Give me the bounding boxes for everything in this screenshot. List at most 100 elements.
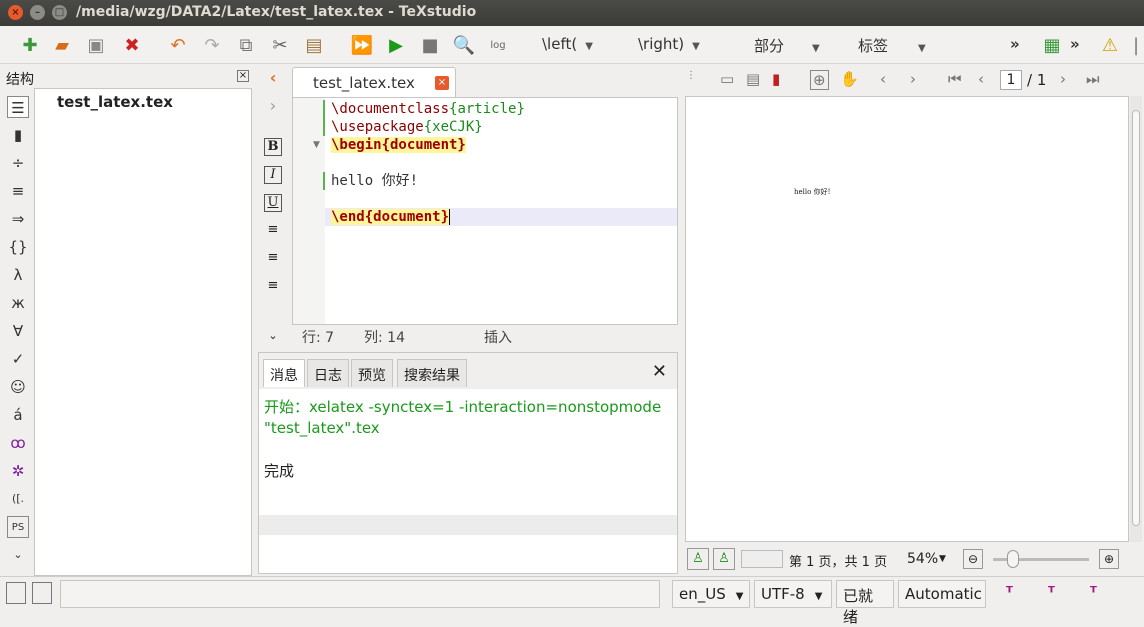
structure-view-icon[interactable]: ☰ [7,96,29,118]
underline-button[interactable]: U [264,194,282,212]
misc-math-symbol-icon[interactable]: ∀ [7,320,29,342]
paste-icon[interactable]: ▤ [302,33,326,57]
chevron-right-icon[interactable]: › [264,98,282,116]
window-close-button[interactable]: × [8,5,23,20]
editor-tab-bar: test_latex.tex × [290,64,680,98]
left-delimiter-combo[interactable]: \left(▼ [542,35,593,53]
hand-tool-icon[interactable]: ✋ [840,70,859,88]
relation-symbol-icon[interactable]: ≡ [7,180,29,202]
tex-status-icon[interactable]: ᵀ [1006,583,1013,602]
greek-symbol-icon[interactable]: λ [7,264,29,286]
structure-tree[interactable]: test_latex.tex [34,88,252,576]
cut-icon[interactable]: ✂ [268,33,292,57]
change-marker [323,172,325,190]
pdf-document-icon[interactable]: ▮ [772,70,780,88]
favorite-symbol-icon[interactable]: ☺ [7,376,29,398]
page-number-input[interactable]: 1 [1000,70,1022,90]
undo-icon[interactable]: ↶ [166,33,190,57]
align-right-icon[interactable]: ≡ [264,278,282,296]
bold-button[interactable]: B [264,138,282,156]
sync-icon[interactable]: ♙ [687,548,709,570]
latex-command: \documentclass [331,101,450,117]
operator-symbol-icon[interactable]: ÷ [7,152,29,174]
user-symbol-icon[interactable]: ✲ [7,460,29,482]
window-minimize-button[interactable]: – [30,5,45,20]
encoding-select[interactable]: UTF-8 ▼ [754,580,832,608]
toolbar-overflow-button[interactable]: » [1010,35,1020,53]
zoom-select[interactable]: 54% ▼ [893,549,953,571]
align-center-icon[interactable]: ≡ [264,250,282,268]
structure-root-file[interactable]: test_latex.tex [57,93,173,111]
status-ready: 已就绪 [836,580,894,626]
next-page-icon[interactable]: › [1060,70,1066,88]
pdf-viewer[interactable]: hello 你好! [685,96,1129,542]
chevron-down-icon[interactable]: ⌄ [7,544,29,566]
open-file-icon[interactable]: ▰ [50,33,74,57]
build-and-view-icon[interactable]: ⏩ [350,33,374,57]
pdf-scrollbar[interactable] [1130,96,1142,542]
grammar-mode[interactable]: Automatic [898,580,986,608]
right-delimiter-combo[interactable]: \right) ▼ [638,35,700,53]
chevron-down-icon: ▼ [812,43,820,54]
toolbar-handle-icon[interactable]: | [1124,33,1144,57]
leftright-symbol-icon[interactable]: ([. [7,488,29,510]
fold-marker-icon[interactable]: ▼ [313,140,320,150]
chevron-left-icon[interactable]: ‹ [264,70,282,88]
tab-log[interactable]: 日志 [307,359,349,387]
toggle-structure-icon[interactable] [6,582,26,604]
delimiter-symbol-icon[interactable]: {} [7,236,29,258]
redo-icon[interactable]: ↷ [200,33,224,57]
tab-test-latex[interactable]: test_latex.tex × [292,67,456,97]
misc-text-symbol-icon[interactable]: ✓ [7,348,29,370]
close-icon[interactable]: ✕ [652,361,667,382]
copy-icon[interactable]: ⧉ [234,33,258,57]
toolbar-overflow-button-2[interactable]: » [1070,35,1080,53]
forward-icon[interactable]: › [910,70,916,88]
pstricks-icon[interactable]: PS [7,516,29,538]
save-icon[interactable]: ▣ [84,33,108,57]
tex-status-icon-2[interactable]: ᵀ [1048,583,1055,602]
pdf-external-icon[interactable]: ▤ [746,70,760,88]
close-document-icon[interactable]: ✖ [120,33,144,57]
align-left-icon[interactable]: ≡ [264,222,282,240]
zoom-in-icon[interactable]: ⊕ [1099,549,1119,569]
new-file-icon[interactable]: ✚ [18,33,42,57]
insert-mode[interactable]: 插入 [484,327,512,347]
pdf-layout-icon[interactable]: ▭ [720,70,734,88]
zoom-slider-handle[interactable] [1007,550,1019,568]
scrollbar-thumb[interactable] [1132,110,1140,526]
first-page-icon[interactable]: ⏮ [948,70,962,88]
tex-status-icon-3[interactable]: ᵀ [1090,583,1097,602]
label-combo[interactable]: 标签 ▼ [858,35,926,56]
stop-icon[interactable]: ■ [418,33,442,57]
back-icon[interactable]: ‹ [880,70,886,88]
tab-preview[interactable]: 预览 [351,359,393,387]
recent-symbol-icon[interactable]: ꝏ [7,432,29,454]
code-editor[interactable]: ▼ \documentclass{article} \usepackage{xe… [292,97,678,325]
previous-page-icon[interactable]: ‹ [978,70,984,88]
magnifier-tool-icon[interactable]: ⊕ [810,70,829,90]
bookmark-icon[interactable]: ▮ [7,124,29,146]
table-icon[interactable]: ▦ [1040,33,1064,57]
arrow-symbol-icon[interactable]: ⇒ [7,208,29,230]
warning-icon[interactable]: ⚠ [1098,33,1122,57]
toggle-messages-icon[interactable] [32,582,52,604]
compile-icon[interactable]: ▶ [384,33,408,57]
zoom-out-icon[interactable]: ⊖ [963,549,983,569]
language-select[interactable]: en_US ▼ [672,580,750,608]
last-page-icon[interactable]: ⏭ [1086,70,1100,88]
cyrillic-symbol-icon[interactable]: ж [7,292,29,314]
chevron-down-icon[interactable]: ⌄ [264,328,282,346]
sync-view-icon[interactable]: ♙ [713,548,735,570]
close-icon[interactable]: × [237,70,249,82]
view-log-icon[interactable]: log [486,33,510,57]
tab-messages[interactable]: 消息 [263,359,305,387]
view-pdf-icon[interactable]: 🔍 [452,33,476,57]
close-tab-icon[interactable]: × [435,76,449,90]
italic-button[interactable]: I [264,166,282,184]
window-maximize-button[interactable]: □ [52,5,67,20]
pdf-toolbar-handle-icon[interactable]: ⋮ [686,70,696,81]
tab-search-results[interactable]: 搜索结果 [397,359,467,387]
special-character-icon[interactable]: á [7,404,29,426]
section-combo[interactable]: 部分 ▼ [754,35,820,56]
